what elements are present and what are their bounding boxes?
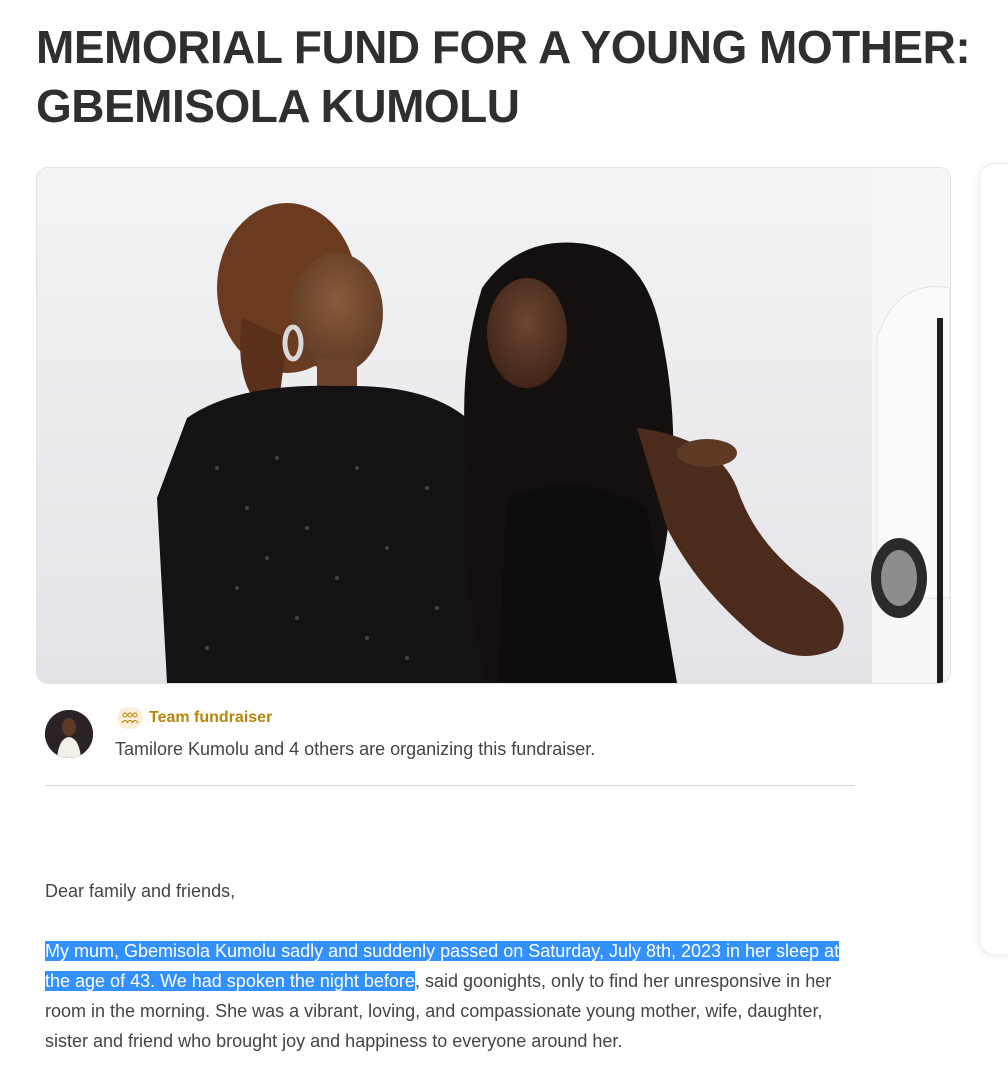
hero-photo[interactable] (36, 167, 951, 684)
story-paragraph: My mum, Gbemisola Kumolu sadly and sudde… (45, 936, 865, 1056)
page-title-line-1: MEMORIAL FUND FOR A YOUNG MOTHER: (36, 21, 971, 73)
page-title-line-2: GBEMISOLA KUMOLU (36, 80, 520, 132)
story-greeting: Dear family and friends, (45, 881, 236, 901)
team-fundraiser-badge: Team fundraiser (117, 707, 272, 729)
people-group-icon (117, 707, 143, 729)
organizer-description: Tamilore Kumolu and 4 others are organiz… (115, 739, 596, 759)
donation-sidebar-card (980, 164, 1008, 954)
fundraiser-story: Dear family and friends, My mum, Gbemiso… (45, 876, 865, 1056)
page-title: MEMORIAL FUND FOR A YOUNG MOTHER: GBEMIS… (36, 18, 971, 136)
hero-photo-illustration (37, 168, 950, 683)
organizer-avatar[interactable] (45, 710, 93, 758)
organizer-avatar-image (45, 710, 93, 758)
section-divider (45, 785, 855, 786)
team-fundraiser-label: Team fundraiser (149, 709, 273, 726)
fundraiser-page: MEMORIAL FUND FOR A YOUNG MOTHER: GBEMIS… (0, 0, 1008, 1080)
